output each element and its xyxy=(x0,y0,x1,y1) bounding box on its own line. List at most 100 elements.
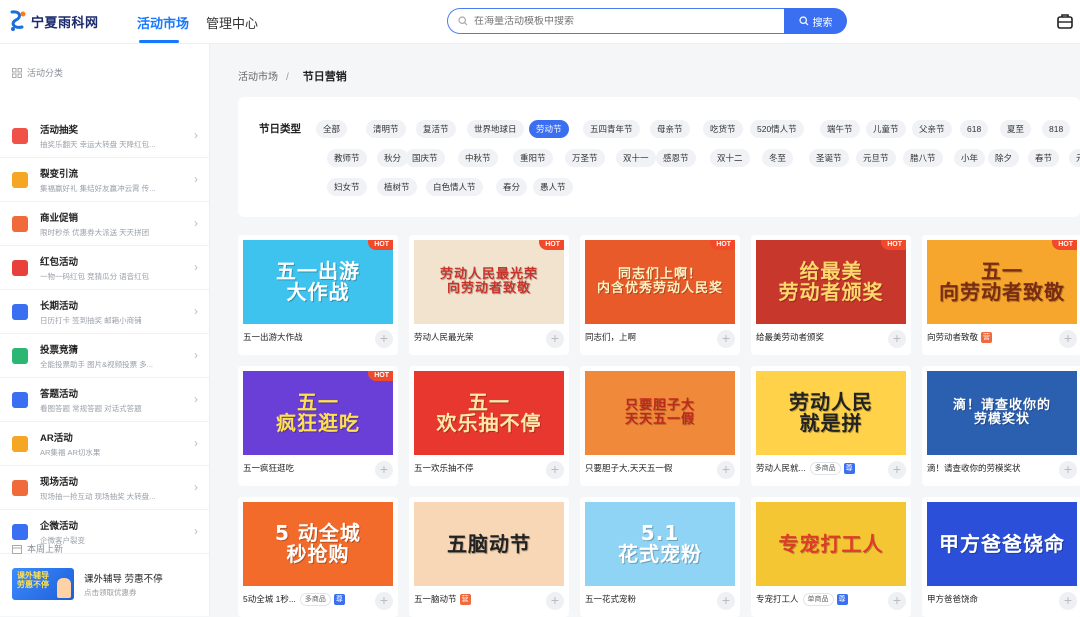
holiday-chip[interactable]: 植树节 xyxy=(377,178,417,196)
holiday-chip[interactable]: 元旦节 xyxy=(856,149,896,167)
template-thumbnail[interactable]: 滴！请查收你的 劳模奖状 xyxy=(927,371,1077,455)
sidebar-item-9[interactable]: 现场活动 现场抽一抢互动 现场抽奖 大转盘... › xyxy=(0,466,210,510)
sidebar-item-7[interactable]: 答题活动 看图答题 常规答题 对话式答题 › xyxy=(0,378,210,422)
add-icon[interactable]: + xyxy=(546,592,564,610)
holiday-chip[interactable]: 教师节 xyxy=(327,149,367,167)
add-icon[interactable]: + xyxy=(888,461,906,479)
holiday-chip[interactable]: 618 xyxy=(960,120,989,138)
template-thumbnail[interactable]: 只要胆子大 天天五一假 xyxy=(585,371,735,455)
template-thumbnail[interactable]: 5 动全城 秒抢购 xyxy=(243,502,393,586)
add-icon[interactable]: + xyxy=(1059,461,1077,479)
holiday-chip[interactable]: 感恩节 xyxy=(656,149,696,167)
add-icon[interactable]: + xyxy=(546,330,564,348)
template-card[interactable]: 只要胆子大 天天五一假 只要胆子大,天天五一假 + xyxy=(580,366,740,486)
holiday-chip[interactable]: 白色情人节 xyxy=(426,178,483,196)
template-card[interactable]: 滴！请查收你的 劳模奖状 滴！请查收你的劳模奖状 + xyxy=(922,366,1080,486)
add-icon[interactable]: + xyxy=(888,330,906,348)
add-icon[interactable]: + xyxy=(546,461,564,479)
template-card[interactable]: 五一出游 大作战 HOT 五一出游大作战 + xyxy=(238,235,398,355)
holiday-chip[interactable]: 中秋节 xyxy=(458,149,498,167)
template-thumbnail[interactable]: 专宠打工人 xyxy=(756,502,906,586)
sidebar-item-8[interactable]: AR活动 AR集福 AR切水果 › xyxy=(0,422,210,466)
breadcrumb-parent[interactable]: 活动市场 xyxy=(238,72,278,83)
holiday-chip[interactable]: 春分 xyxy=(496,178,528,196)
template-card[interactable]: 劳动人民最光荣 向劳动者致敬 HOT 劳动人民最光荣 + xyxy=(409,235,569,355)
holiday-chip[interactable]: 双十二 xyxy=(710,149,750,167)
template-card[interactable]: 五一 欢乐抽不停 五一欢乐抽不停 + xyxy=(409,366,569,486)
holiday-chip[interactable]: 小年 xyxy=(954,149,986,167)
sidebar-item-1[interactable]: 活动抽奖 抽奖乐翻天 幸运大转盘 天降红包... › xyxy=(0,114,210,158)
template-thumbnail[interactable]: 劳动人民最光荣 向劳动者致敬 xyxy=(414,240,564,324)
template-thumbnail[interactable]: 甲方爸爸饶命 xyxy=(927,502,1077,586)
holiday-chip[interactable]: 复活节 xyxy=(416,120,456,138)
add-icon[interactable]: + xyxy=(375,330,393,348)
template-thumbnail[interactable]: 给最美 劳动者颁奖 xyxy=(756,240,906,324)
template-thumbnail[interactable]: 五一 疯狂逛吃 xyxy=(243,371,393,455)
template-card[interactable]: 5.1 花式宠粉 五一花式宠粉 + xyxy=(580,497,740,617)
holiday-chip[interactable]: 国庆节 xyxy=(405,149,445,167)
template-card[interactable]: 五脑动节 五一脑动节营 + xyxy=(409,497,569,617)
sidebar-item-2[interactable]: 裂变引流 集福赢好礼 集结好友赢冲云霄 传... › xyxy=(0,158,210,202)
template-thumbnail[interactable]: 劳动人民 就是拼 xyxy=(756,371,906,455)
sidebar-item-6[interactable]: 投票竞猜 全能投票助手 图片&视频投票 多... › xyxy=(0,334,210,378)
add-icon[interactable]: + xyxy=(375,592,393,610)
holiday-chip[interactable]: 腊八节 xyxy=(903,149,943,167)
holiday-chip[interactable]: 圣诞节 xyxy=(809,149,849,167)
template-card[interactable]: 同志们上啊！ 内含优秀劳动人民奖 HOT 同志们，上啊 + xyxy=(580,235,740,355)
holiday-chip[interactable]: 妇女节 xyxy=(327,178,367,196)
holiday-chip[interactable]: 全部 xyxy=(316,120,348,138)
template-thumbnail[interactable]: 同志们上啊！ 内含优秀劳动人民奖 xyxy=(585,240,735,324)
search-input[interactable] xyxy=(474,15,764,27)
template-card[interactable]: 给最美 劳动者颁奖 HOT 给最美劳动者颁奖 + xyxy=(751,235,911,355)
template-thumbnail[interactable]: 5.1 花式宠粉 xyxy=(585,502,735,586)
holiday-chip[interactable]: 劳动节 xyxy=(529,120,569,138)
briefcase-icon[interactable] xyxy=(1056,12,1074,30)
holiday-chip[interactable]: 春节 xyxy=(1028,149,1060,167)
weekly-new-thumbnail[interactable]: 课外辅导 劳惠不停 xyxy=(12,568,74,600)
holiday-chip[interactable]: 清明节 xyxy=(366,120,406,138)
weekly-new-item-title[interactable]: 课外辅导 劳惠不停 xyxy=(84,571,163,585)
template-card[interactable]: 五一 疯狂逛吃 HOT 五一疯狂逛吃 + xyxy=(238,366,398,486)
holiday-chip[interactable]: 元 xyxy=(1069,149,1080,167)
template-thumbnail[interactable]: 五一 欢乐抽不停 xyxy=(414,371,564,455)
add-icon[interactable]: + xyxy=(375,461,393,479)
holiday-chip[interactable]: 520情人节 xyxy=(750,120,804,138)
sidebar-item-5[interactable]: 长期活动 日历打卡 签到抽奖 邮箱小商铺 › xyxy=(0,290,210,334)
holiday-chip[interactable]: 母亲节 xyxy=(650,120,690,138)
holiday-chip[interactable]: 五四青年节 xyxy=(583,120,640,138)
tab-activity-market[interactable]: 活动市场 xyxy=(137,13,189,32)
sidebar-item-4[interactable]: 红包活动 一物一码红包 竞猜瓜分 语音红包 › xyxy=(0,246,210,290)
holiday-chip[interactable]: 儿童节 xyxy=(866,120,906,138)
add-icon[interactable]: + xyxy=(717,330,735,348)
tab-management-center[interactable]: 管理中心 xyxy=(206,13,258,32)
weekly-new-item-sub[interactable]: 点击领取优惠券 xyxy=(84,587,137,598)
holiday-chip[interactable]: 秋分 xyxy=(377,149,409,167)
holiday-chip[interactable]: 冬至 xyxy=(762,149,794,167)
template-thumbnail[interactable]: 五脑动节 xyxy=(414,502,564,586)
holiday-chip[interactable]: 双十一 xyxy=(616,149,656,167)
holiday-chip[interactable]: 端午节 xyxy=(820,120,860,138)
add-icon[interactable]: + xyxy=(1059,592,1077,610)
template-card[interactable]: 5 动全城 秒抢购 5动全城 1秒... 多商品尊 + xyxy=(238,497,398,617)
template-card[interactable]: 五一 向劳动者致敬 HOT 向劳动者致敬营 + xyxy=(922,235,1080,355)
holiday-chip[interactable]: 重阳节 xyxy=(513,149,553,167)
search-button[interactable]: 搜索 xyxy=(784,8,847,34)
holiday-chip[interactable]: 万圣节 xyxy=(565,149,605,167)
template-thumbnail[interactable]: 五一 向劳动者致敬 xyxy=(927,240,1077,324)
holiday-chip[interactable]: 愚人节 xyxy=(533,178,573,196)
holiday-chip[interactable]: 818 xyxy=(1042,120,1071,138)
template-thumbnail[interactable]: 五一出游 大作战 xyxy=(243,240,393,324)
sidebar-item-3[interactable]: 商业促销 限时秒杀 优惠券大派送 天天拼团 › xyxy=(0,202,210,246)
holiday-chip[interactable]: 夏至 xyxy=(1000,120,1032,138)
brand-logo[interactable]: 宁夏雨科网 xyxy=(8,9,99,33)
template-card[interactable]: 劳动人民 就是拼 劳动人民就... 多商品尊 + xyxy=(751,366,911,486)
template-card[interactable]: 甲方爸爸饶命 甲方爸爸饶命 + xyxy=(922,497,1080,617)
add-icon[interactable]: + xyxy=(717,592,735,610)
holiday-chip[interactable]: 世界地球日 xyxy=(467,120,524,138)
add-icon[interactable]: + xyxy=(717,461,735,479)
holiday-chip[interactable]: 父亲节 xyxy=(912,120,952,138)
template-card[interactable]: 专宠打工人 专宠打工人 单商品尊 + xyxy=(751,497,911,617)
holiday-chip[interactable]: 除夕 xyxy=(988,149,1020,167)
add-icon[interactable]: + xyxy=(1059,330,1077,348)
holiday-chip[interactable]: 吃货节 xyxy=(703,120,743,138)
